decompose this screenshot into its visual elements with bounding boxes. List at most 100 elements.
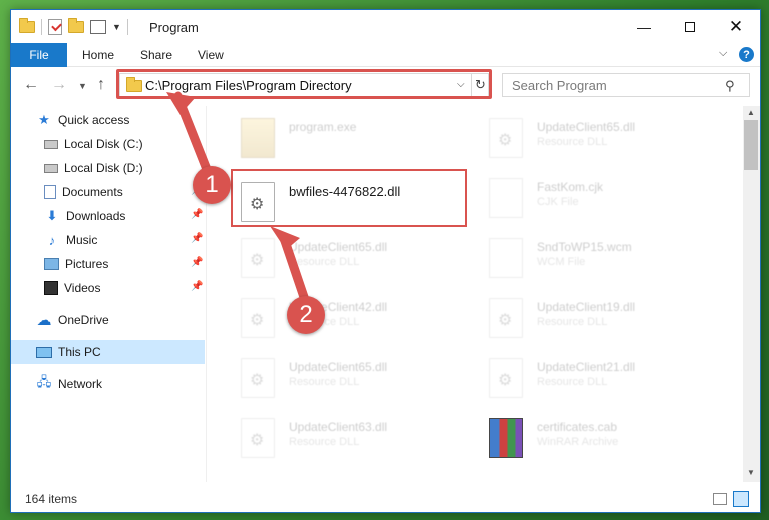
- file-item[interactable]: SndToWP15.wcm WCM File: [489, 234, 729, 286]
- folder-icon[interactable]: [19, 18, 35, 33]
- address-bar-highlight: [116, 69, 492, 99]
- file-item[interactable]: certificates.cab WinRAR Archive: [489, 414, 729, 466]
- properties-icon[interactable]: [90, 20, 106, 34]
- large-icons-view-icon[interactable]: [733, 491, 749, 507]
- sidebar-item-pictures[interactable]: Pictures 📌: [11, 252, 205, 276]
- search-placeholder: Search Program: [512, 78, 607, 93]
- tab-home[interactable]: Home: [82, 48, 114, 62]
- status-bar: 164 items: [11, 488, 760, 512]
- maximize-icon: [685, 21, 695, 32]
- scrollbar-thumb[interactable]: [744, 120, 758, 170]
- dll-file-icon: [241, 358, 275, 398]
- customize-toolbar-chevron-icon[interactable]: ▼: [112, 22, 121, 32]
- close-button[interactable]: ✕: [713, 10, 759, 43]
- drive-icon: [44, 139, 58, 149]
- star-icon: ★: [38, 112, 50, 127]
- details-view-icon[interactable]: [713, 493, 727, 505]
- pin-icon: 📌: [191, 257, 204, 268]
- file-type: Resource DLL: [537, 376, 608, 388]
- sidebar-item-label: Videos: [64, 281, 101, 295]
- sidebar-item-label: Music: [66, 233, 98, 247]
- documents-icon: [44, 185, 56, 199]
- sidebar-item-network[interactable]: 🖧 Network: [11, 372, 205, 396]
- sidebar-item-label: Quick access: [58, 113, 130, 127]
- expand-ribbon-chevron-icon[interactable]: ⌵: [719, 47, 727, 60]
- up-arrow-icon[interactable]: ↑: [97, 76, 105, 94]
- file-name: certificates.cab: [537, 420, 618, 434]
- file-item[interactable]: UpdateClient19.dll Resource DLL: [489, 294, 729, 346]
- file-type: Resource DLL: [289, 256, 360, 268]
- file-name: program.exe: [289, 120, 357, 134]
- file-name: UpdateClient65.dll: [537, 120, 636, 134]
- window-title: Program: [149, 20, 199, 35]
- computer-icon: [36, 346, 52, 358]
- sidebar-item-videos[interactable]: Videos 📌: [11, 276, 205, 300]
- tab-file[interactable]: File: [11, 43, 67, 67]
- file-type: WCM File: [537, 256, 586, 268]
- minimize-button[interactable]: —: [621, 10, 667, 43]
- sidebar-item-downloads[interactable]: ⬇ Downloads 📌: [11, 204, 205, 228]
- search-icon[interactable]: ⚲: [725, 78, 735, 94]
- dll-file-icon: [241, 418, 275, 458]
- file-item[interactable]: UpdateClient65.dll Resource DLL: [241, 354, 481, 406]
- sidebar-item-label: Local Disk (C:): [64, 137, 143, 151]
- new-folder-icon[interactable]: [68, 18, 84, 33]
- file-name: UpdateClient21.dll: [537, 360, 636, 374]
- tab-share[interactable]: Share: [140, 48, 172, 62]
- sidebar-item-this-pc[interactable]: This PC: [11, 340, 205, 364]
- file-name: SndToWP15.wcm: [537, 240, 632, 254]
- dll-file-icon: [241, 298, 275, 338]
- file-name: UpdateClient65.dll: [289, 360, 388, 374]
- ribbon-bar: File Home Share View ⌵ ?: [11, 43, 760, 67]
- dll-file-icon: [489, 298, 523, 338]
- scroll-down-arrow-icon[interactable]: ▼: [747, 468, 755, 477]
- toolbar-divider: [126, 19, 128, 35]
- properties-check-icon[interactable]: [48, 19, 62, 35]
- file-item[interactable]: UpdateClient65.dll Resource DLL: [489, 114, 729, 166]
- file-item[interactable]: UpdateClient42.dll Resource DLL: [241, 294, 481, 346]
- download-icon: ⬇: [46, 208, 58, 223]
- file-name: UpdateClient19.dll: [537, 300, 636, 314]
- pin-icon: 📌: [191, 233, 204, 244]
- file-icon: [489, 238, 523, 278]
- scroll-up-arrow-icon[interactable]: ▲: [747, 108, 755, 117]
- file-item[interactable]: UpdateClient65.dll Resource DLL: [241, 234, 481, 286]
- file-item[interactable]: FastKom.cjk CJK File: [489, 174, 729, 226]
- dll-file-icon: [489, 358, 523, 398]
- sidebar-item-label: Network: [58, 377, 103, 391]
- file-name: FastKom.cjk: [537, 180, 604, 194]
- file-highlight: [231, 169, 467, 227]
- file-name: UpdateClient63.dll: [289, 420, 388, 434]
- file-type: Resource DLL: [289, 376, 360, 388]
- pin-icon: 📌: [191, 281, 204, 292]
- sidebar-item-quick-access[interactable]: ★ Quick access: [11, 108, 205, 132]
- forward-arrow-icon[interactable]: →: [51, 76, 67, 94]
- navigation-pane: ★ Quick access Local Disk (C:) Local Dis…: [11, 106, 207, 482]
- back-arrow-icon[interactable]: ←: [23, 76, 39, 94]
- recent-locations-chevron-icon[interactable]: ▼: [78, 81, 87, 91]
- file-item[interactable]: UpdateClient63.dll Resource DLL: [241, 414, 481, 466]
- tab-view[interactable]: View: [198, 48, 224, 62]
- file-item[interactable]: UpdateClient21.dll Resource DLL: [489, 354, 729, 406]
- minimize-icon: —: [637, 18, 651, 35]
- sidebar-item-local-disk-c[interactable]: Local Disk (C:): [11, 132, 205, 156]
- search-input[interactable]: Search Program ⚲: [502, 73, 750, 97]
- vertical-scrollbar[interactable]: ▲ ▼: [743, 106, 760, 482]
- file-name: UpdateClient65.dll: [289, 240, 388, 254]
- maximize-button[interactable]: [667, 10, 713, 43]
- sidebar-item-onedrive[interactable]: ☁ OneDrive: [11, 308, 205, 332]
- sidebar-item-local-disk-d[interactable]: Local Disk (D:): [11, 156, 205, 180]
- sidebar-item-label: This PC: [58, 345, 101, 359]
- file-list: program.exe UpdateClient65.dll Resource …: [211, 106, 743, 482]
- sidebar-item-music[interactable]: ♪ Music 📌: [11, 228, 205, 252]
- toolbar-divider: [41, 19, 42, 35]
- sidebar-item-label: Documents: [62, 185, 123, 199]
- title-bar: ▼ Program — ✕: [11, 10, 760, 43]
- help-icon[interactable]: ?: [739, 47, 754, 62]
- sidebar-item-label: Local Disk (D:): [64, 161, 143, 175]
- pictures-icon: [44, 258, 59, 270]
- sidebar-item-documents[interactable]: Documents 📌: [11, 180, 205, 204]
- sidebar-item-label: Downloads: [66, 209, 126, 223]
- file-item[interactable]: program.exe: [241, 114, 481, 166]
- file-icon: [489, 178, 523, 218]
